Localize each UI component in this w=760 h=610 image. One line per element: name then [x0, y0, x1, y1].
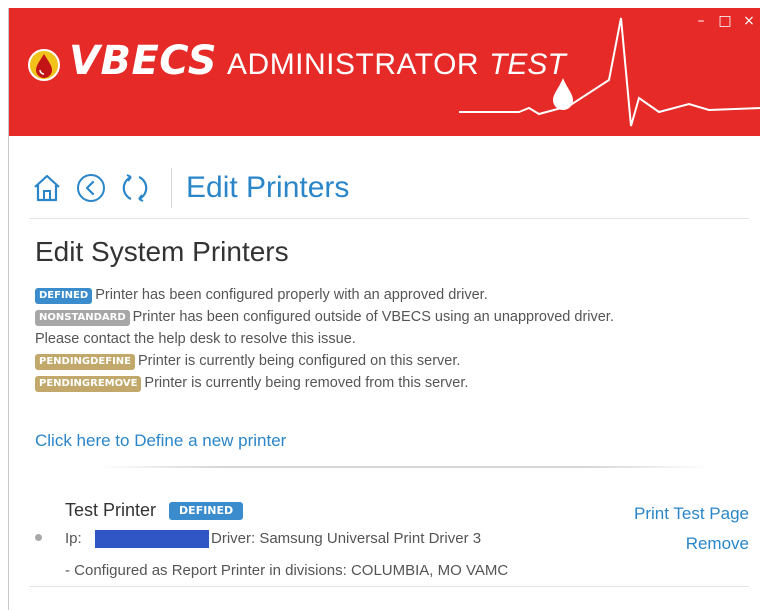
- printer-entry: Test Printer DEFINED Ip: Driver: Samsung…: [29, 496, 749, 588]
- status-legend: DEFINED Printer has been configured prope…: [35, 284, 755, 394]
- print-test-page-link[interactable]: Print Test Page: [634, 504, 749, 524]
- status-badge: PENDINGDEFINE: [35, 354, 136, 370]
- toolbar-divider: [171, 168, 172, 208]
- home-icon: [34, 174, 60, 202]
- printer-name: Test Printer: [65, 500, 157, 520]
- close-button[interactable]: ×: [737, 8, 760, 34]
- legend-item-pendingdefine: PENDINGDEFINE Printer is currently being …: [35, 350, 755, 372]
- blood-drop-logo-icon: [28, 49, 60, 81]
- status-badge: PENDINGREMOVE: [35, 376, 142, 392]
- define-new-printer-link[interactable]: Click here to Define a new printer: [35, 431, 286, 451]
- printer-divider-line: [29, 586, 749, 587]
- refresh-button[interactable]: [117, 170, 153, 206]
- legend-item-nonstandard: NONSTANDARD Printer has been configured o…: [35, 306, 755, 328]
- printer-configuration: - Configured as Report Printer in divisi…: [65, 562, 509, 579]
- remove-printer-link[interactable]: Remove: [686, 534, 749, 554]
- legend-text: Printer has been configured outside of V…: [132, 309, 614, 325]
- legend-item-pendingremove: PENDINGREMOVE Printer is currently being …: [35, 372, 755, 394]
- toolbar: Edit Printers: [29, 158, 749, 218]
- legend-text: Printer is currently being removed from …: [144, 375, 469, 391]
- printer-status-badge: DEFINED: [169, 502, 244, 520]
- app-module-name: ADMINISTRATOR: [227, 48, 480, 81]
- status-badge: NONSTANDARD: [35, 310, 130, 326]
- legend-text: Printer is currently being configured on…: [138, 353, 461, 369]
- back-button[interactable]: [73, 170, 109, 206]
- refresh-icon: [122, 174, 148, 202]
- page-title: Edit Printers: [186, 171, 350, 204]
- home-button[interactable]: [29, 170, 65, 206]
- legend-item-nonstandard-note: Please contact the help desk to resolve …: [35, 331, 356, 347]
- maximize-button[interactable]: □: [713, 8, 737, 34]
- minimize-button[interactable]: –: [689, 8, 713, 34]
- brand-name: VBECS: [69, 38, 218, 84]
- app-header: VBECS ADMINISTRATOR TEST – □ ×: [9, 8, 760, 136]
- legend-item-defined: DEFINED Printer has been configured prope…: [35, 284, 755, 306]
- printer-driver: Driver: Samsung Universal Print Driver 3: [211, 530, 482, 547]
- printer-name-row: Test Printer DEFINED: [65, 500, 246, 521]
- section-title: Edit System Printers: [35, 236, 289, 267]
- printer-ip-label: Ip:: [65, 530, 82, 547]
- bullet-icon: [35, 534, 42, 541]
- redacted-ip-block: [95, 530, 209, 548]
- status-badge: DEFINED: [35, 288, 93, 304]
- legend-text: Printer has been configured properly wit…: [95, 287, 488, 303]
- app-window: VBECS ADMINISTRATOR TEST – □ × Edit Prin…: [8, 8, 760, 610]
- toolbar-divider-line: [29, 218, 749, 219]
- section-divider: [99, 466, 709, 468]
- back-icon: [77, 174, 105, 202]
